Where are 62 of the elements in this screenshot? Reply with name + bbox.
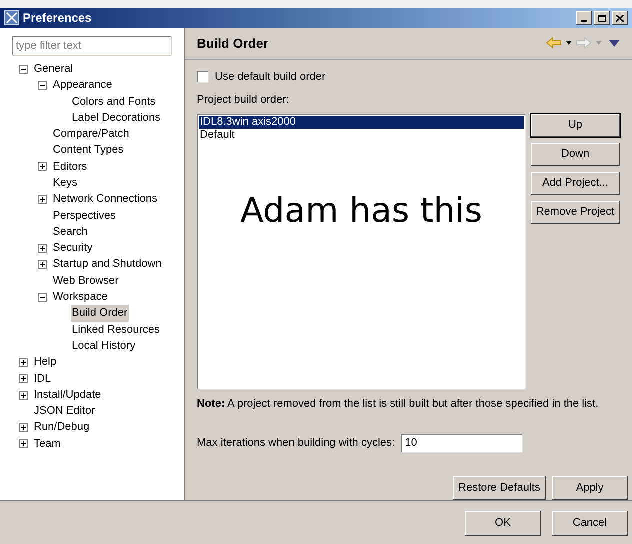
- filter-field[interactable]: type filter text: [12, 36, 172, 56]
- note-text: Note: A project removed from the list is still built but after those specified in the list.: [197, 396, 600, 412]
- tree-item[interactable]: Colors and Fonts: [71, 94, 157, 110]
- tree-item[interactable]: Build Order: [71, 305, 129, 322]
- expand-icon[interactable]: [38, 195, 47, 204]
- expand-icon[interactable]: [19, 390, 28, 400]
- tree-item[interactable]: Content Types: [52, 142, 125, 159]
- tree-item[interactable]: Compare/Patch: [52, 126, 130, 143]
- tree-item[interactable]: General: [33, 60, 74, 78]
- tree-item[interactable]: Network Connections: [52, 191, 159, 208]
- max-iterations-field[interactable]: 10: [401, 434, 524, 453]
- tree-item[interactable]: Security: [52, 240, 94, 257]
- tree-item[interactable]: Web Browser: [52, 272, 120, 290]
- expand-icon[interactable]: [38, 260, 47, 270]
- expand-icon[interactable]: [19, 374, 28, 384]
- dialog-button[interactable]: Remove Project: [531, 200, 620, 224]
- maximize-icon[interactable]: [594, 11, 610, 25]
- dialog-button[interactable]: Up: [531, 114, 620, 136]
- expand-icon[interactable]: [19, 358, 28, 367]
- handwritten-annotation: Adam has this: [240, 190, 482, 232]
- collapse-icon[interactable]: [19, 64, 28, 74]
- tree-item[interactable]: Local History: [71, 338, 137, 354]
- close-icon[interactable]: [612, 11, 628, 25]
- collapse-icon[interactable]: [38, 80, 47, 90]
- tree-item[interactable]: Perspectives: [52, 208, 117, 224]
- list-label: Project build order:: [197, 93, 290, 108]
- tree-item[interactable]: Help: [33, 354, 58, 371]
- expand-icon[interactable]: [19, 439, 28, 448]
- caret-icon[interactable]: [566, 41, 572, 46]
- tree-item[interactable]: Keys: [52, 174, 78, 192]
- minimize-icon[interactable]: [576, 11, 592, 25]
- dialog-button[interactable]: Restore Defaults: [453, 476, 546, 500]
- checkbox[interactable]: [197, 70, 209, 83]
- app-icon: [4, 10, 20, 26]
- tree-item[interactable]: Appearance: [52, 77, 114, 94]
- dialog-button[interactable]: Add Project...: [531, 172, 620, 194]
- tree-item[interactable]: Workspace: [52, 289, 109, 306]
- tree-item[interactable]: Team: [33, 436, 62, 452]
- tree-item[interactable]: JSON Editor: [33, 403, 96, 420]
- collapse-icon[interactable]: [38, 292, 47, 302]
- tree-item[interactable]: Install/Update: [33, 386, 102, 404]
- tree-item[interactable]: Editors: [52, 158, 88, 176]
- dialog-button[interactable]: Cancel: [552, 511, 628, 536]
- dialog-button[interactable]: Down: [531, 142, 620, 166]
- window-title: Preferences: [23, 10, 92, 27]
- tree-item[interactable]: Linked Resources: [71, 322, 162, 338]
- menu-icon[interactable]: [609, 40, 620, 47]
- list-item[interactable]: Default: [199, 128, 524, 142]
- dialog-button[interactable]: OK: [465, 511, 541, 536]
- expand-icon[interactable]: [38, 244, 47, 253]
- checkbox-label: Use default build order: [215, 70, 326, 84]
- expand-icon[interactable]: [19, 423, 28, 432]
- page-title: Build Order: [197, 34, 269, 52]
- expand-icon[interactable]: [38, 162, 47, 172]
- tree-item[interactable]: Startup and Shutdown: [52, 256, 163, 273]
- tree-item[interactable]: IDL: [33, 370, 52, 388]
- dialog-button[interactable]: Apply: [552, 476, 628, 500]
- tree-item[interactable]: Search: [52, 224, 89, 240]
- field-label: Max iterations when building with cycles:: [197, 436, 396, 452]
- list-item[interactable]: IDL8.3win axis2000: [199, 116, 524, 128]
- tree-item[interactable]: Label Decorations: [71, 110, 162, 126]
- tree-item[interactable]: Run/Debug: [33, 419, 91, 436]
